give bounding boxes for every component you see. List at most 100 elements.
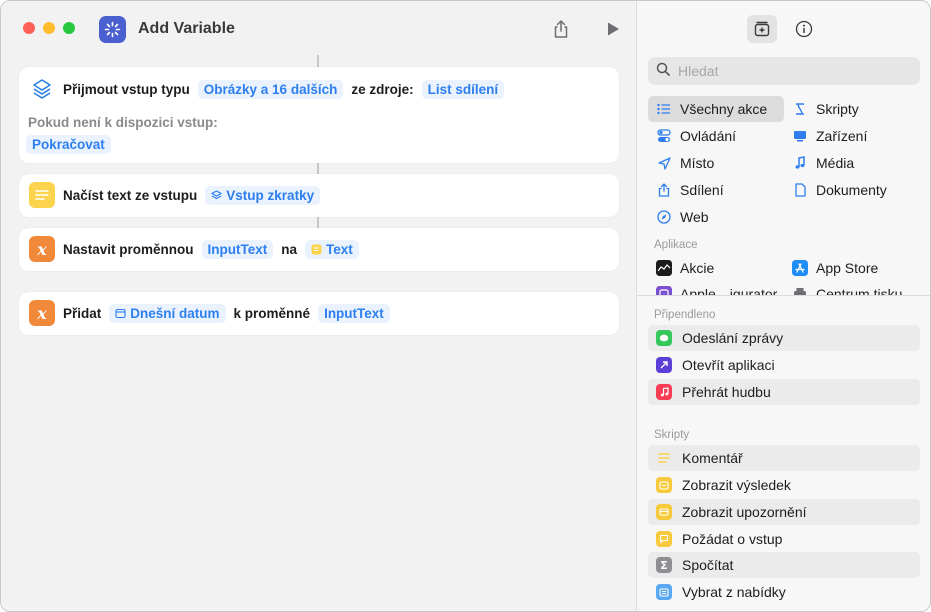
show-result-icon (656, 477, 672, 493)
text-icon (29, 182, 55, 208)
app-app-store[interactable]: App Store (784, 255, 920, 281)
action-label: Vybrat z nabídky (682, 584, 786, 600)
action-label: Odeslání zprávy (682, 330, 784, 346)
source-token[interactable]: List sdílení (421, 79, 505, 99)
category-sharing[interactable]: Sdílení (648, 177, 784, 203)
zoom-button[interactable] (63, 22, 75, 34)
category-location[interactable]: Místo (648, 150, 784, 176)
category-all-actions[interactable]: Všechny akce (648, 96, 784, 122)
script-calculate[interactable]: Σ Spočítat (648, 552, 920, 578)
category-web[interactable]: Web (648, 204, 784, 230)
action-card-receive-input[interactable]: Přijmout vstup typu Obrázky a 16 dalších… (19, 67, 619, 163)
action-card-set-variable[interactable]: x Nastavit proměnnou InputText na Text (19, 228, 619, 271)
variable-x-icon: x (29, 236, 55, 262)
app-label: Centrum tisku (816, 286, 903, 295)
configurator-icon (656, 286, 672, 295)
pinned-play-music[interactable]: Přehrát hudbu (648, 379, 920, 405)
fallback-label: Pokud není k dispozici vstup: (28, 115, 218, 130)
display-icon (792, 128, 808, 144)
action-label: Komentář (682, 450, 743, 466)
list-icon (656, 101, 672, 117)
action-label: Zobrazit upozornění (682, 504, 807, 520)
app-print-center[interactable]: Centrum tisku (784, 281, 920, 295)
category-label: Ovládání (680, 128, 737, 144)
category-label: Místo (680, 155, 715, 171)
category-scripts[interactable]: Skripty (784, 96, 920, 122)
category-label: Média (816, 155, 855, 171)
share-icon[interactable] (549, 17, 573, 41)
category-device[interactable]: Zařízení (784, 123, 920, 149)
search-icon (656, 62, 670, 81)
receive-input-icon (29, 76, 55, 102)
comment-lines-icon (656, 450, 672, 466)
window-title[interactable]: Add Variable (138, 20, 235, 38)
pinned-section-header: Připendleno (654, 309, 716, 321)
ask-input-icon (656, 531, 672, 547)
close-button[interactable] (23, 22, 35, 34)
pinned-send-message[interactable]: Odeslání zprávy (648, 325, 920, 351)
scripts-icon (792, 101, 808, 117)
input-type-token[interactable]: Obrázky a 16 dalších (197, 79, 344, 99)
app-configurator[interactable]: Apple…igurator (648, 281, 784, 295)
action-label: Přijmout vstup typu (63, 81, 190, 97)
action-label: Přidat (63, 305, 102, 321)
sigma-icon: Σ (656, 557, 672, 573)
scripts-section-header: Skripty (654, 429, 690, 441)
category-label: Dokumenty (816, 182, 887, 198)
minimize-button[interactable] (43, 22, 55, 34)
date-token[interactable]: Dnešní datum (109, 303, 226, 323)
music-note-icon (792, 155, 808, 171)
editor-pane: Add Variable Přijmout vstup typu Obrázky… (1, 1, 636, 611)
variable-token[interactable]: InputText (201, 239, 274, 259)
shortcut-input-token[interactable]: Vstup zkratky (205, 185, 321, 205)
app-store-icon (792, 260, 808, 276)
open-app-icon (656, 357, 672, 373)
search-field[interactable] (648, 57, 920, 85)
action-label: Nastavit proměnnou (63, 241, 194, 257)
library-add-icon[interactable] (747, 15, 777, 43)
category-controls[interactable]: Ovládání (648, 123, 784, 149)
script-show-result[interactable]: Zobrazit výsledek (648, 472, 920, 498)
music-note-icon (656, 384, 672, 400)
script-show-alert[interactable]: Zobrazit upozornění (648, 499, 920, 525)
layers-icon (211, 189, 223, 201)
action-label: Přehrát hudbu (682, 384, 771, 400)
text-value-token[interactable]: Text (305, 239, 359, 259)
token-label: Vstup zkratky (226, 187, 315, 203)
action-card-get-text[interactable]: Načíst text ze vstupu Vstup zkratky (19, 174, 619, 217)
connector-label: k proměnné (233, 305, 311, 321)
script-comment[interactable]: Komentář (648, 445, 920, 471)
section-divider (637, 295, 930, 296)
printer-icon (792, 286, 808, 295)
category-media[interactable]: Média (784, 150, 920, 176)
action-label: Zobrazit výsledek (682, 477, 791, 493)
shortcuts-window: Add Variable Přijmout vstup typu Obrázky… (0, 0, 931, 612)
calendar-icon (115, 308, 126, 319)
app-label: Apple…igurator (680, 286, 778, 295)
script-ask-input[interactable]: Požádat o vstup (648, 526, 920, 552)
toggle-icon (656, 128, 672, 144)
variable-token[interactable]: InputText (318, 303, 390, 323)
action-label: Otevřít aplikaci (682, 357, 775, 373)
search-input[interactable] (678, 63, 908, 79)
category-documents[interactable]: Dokumenty (784, 177, 920, 203)
stocks-icon (656, 260, 672, 276)
share-icon (656, 182, 672, 198)
fallback-token[interactable]: Pokračovat (26, 135, 111, 154)
action-label: Požádat o vstup (682, 531, 783, 547)
app-label: Akcie (680, 260, 715, 276)
action-card-add-to-variable[interactable]: x Přidat Dnešní datum k proměnné InputTe… (19, 292, 619, 335)
category-label: Skripty (816, 101, 859, 117)
text-mini-icon (311, 244, 322, 255)
variable-x-icon: x (29, 300, 55, 326)
script-choose-from-menu[interactable]: Vybrat z nabídky (648, 579, 920, 605)
window-controls (23, 22, 75, 34)
info-icon[interactable] (789, 15, 819, 43)
shortcut-icon[interactable] (99, 16, 126, 43)
app-stocks[interactable]: Akcie (648, 255, 784, 281)
play-icon[interactable] (601, 17, 625, 41)
alert-icon (656, 504, 672, 520)
source-label: ze zdroje: (351, 81, 414, 97)
pinned-open-app[interactable]: Otevřít aplikaci (648, 352, 920, 378)
category-label: Sdílení (680, 182, 724, 198)
